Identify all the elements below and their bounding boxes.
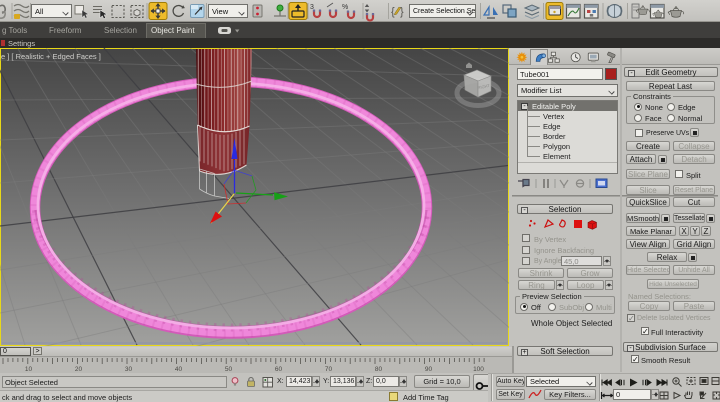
svg-text:}: }	[400, 6, 404, 18]
svg-text:%: %	[342, 4, 348, 11]
svg-text:{: {	[391, 6, 395, 18]
